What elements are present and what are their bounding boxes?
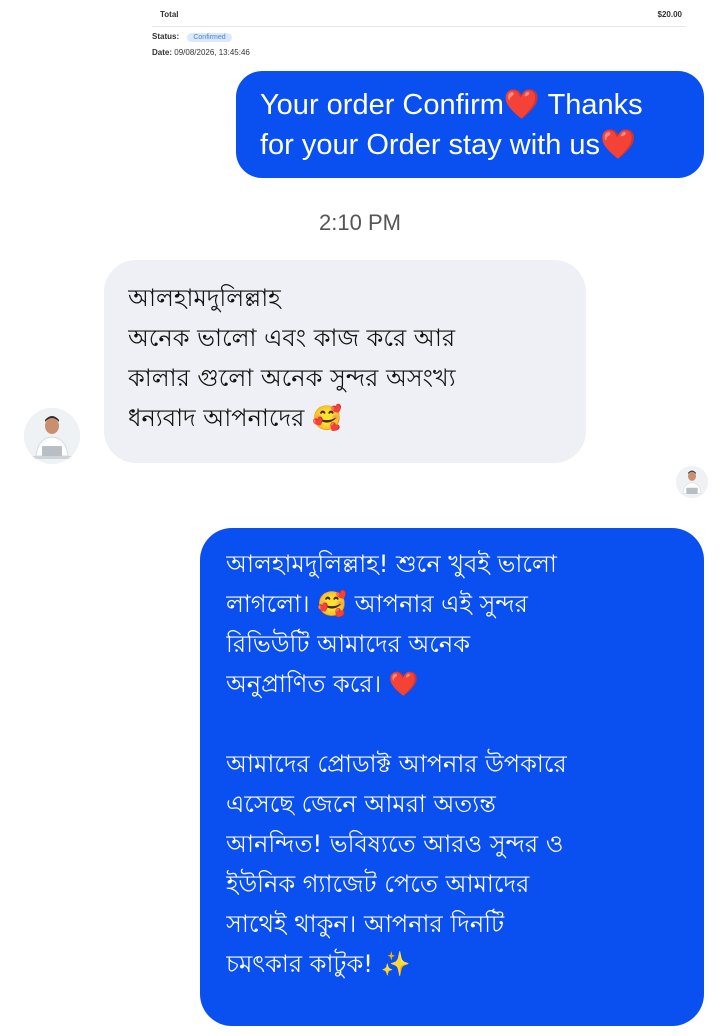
person-icon — [24, 408, 80, 464]
message-bubble-outgoing[interactable]: আলহামদুলিল্লাহ! শুনে খুবই ভালো লাগলো। 🥰 … — [200, 528, 704, 1026]
receipt-total-row: Total $20.00 — [152, 10, 686, 27]
message-line: সাথেই থাকুন। আপনার দিনটি — [226, 910, 505, 938]
message-line: ইউনিক গ্যাজেট পেতে আমাদের — [226, 870, 530, 898]
message-line: লাগলো। 🥰 আপনার এই সুন্দর — [226, 590, 528, 618]
message-line: রিভিউটি আমাদের অনেক — [226, 630, 470, 658]
receipt-date-value: 09/08/2026, 13:45:46 — [174, 48, 250, 57]
receipt-status-badge: Confirmed — [187, 33, 232, 42]
receipt-date-label: Date: — [152, 48, 173, 57]
receipt-date-row: Date: 09/08/2026, 13:45:46 — [152, 48, 250, 57]
message-line: কালার গুলো অনেক সুন্দর অসংখ্য — [128, 364, 456, 392]
message-line: আলহামদুলিল্লাহ — [128, 284, 281, 312]
message-line: অনেক ভালো এবং কাজ করে আর — [128, 324, 456, 352]
order-receipt-snippet: Total $20.00 Status: Confirmed Date: 09/… — [152, 6, 686, 58]
message-line: Your order Confirm❤️ Thanks — [260, 89, 643, 121]
contact-avatar[interactable] — [24, 408, 80, 464]
receipt-total-label: Total — [160, 10, 179, 19]
receipt-total-value: $20.00 — [657, 10, 682, 19]
read-receipt-avatar — [676, 466, 708, 498]
message-line: অনুপ্রাণিত করে। ❤️ — [226, 670, 419, 698]
person-icon — [676, 466, 708, 498]
message-bubble-incoming[interactable]: আলহামদুলিল্লাহ অনেক ভালো এবং কাজ করে আর … — [104, 260, 586, 463]
chat-timestamp: 2:10 PM — [319, 210, 401, 235]
message-line: ধন্যবাদ আপনাদের 🥰 — [128, 404, 342, 432]
receipt-status-label: Status: — [152, 32, 180, 41]
receipt-status-row: Status: Confirmed — [152, 32, 232, 42]
message-line: আমাদের প্রোডাক্ট আপনার উপকারে — [226, 750, 567, 778]
message-line: এসেছে জেনে আমরা অত্যন্ত — [226, 790, 496, 818]
message-line: for your Order stay with us❤️ — [260, 129, 637, 161]
message-line: আনন্দিত! ভবিষ্যতে আরও সুন্দর ও — [226, 830, 564, 858]
message-line: চমৎকার কাটুক! ✨ — [226, 950, 411, 978]
message-line: আলহামদুলিল্লাহ! শুনে খুবই ভালো — [226, 550, 557, 578]
message-bubble-outgoing[interactable]: Your order Confirm❤️ Thanks for your Ord… — [236, 71, 704, 178]
